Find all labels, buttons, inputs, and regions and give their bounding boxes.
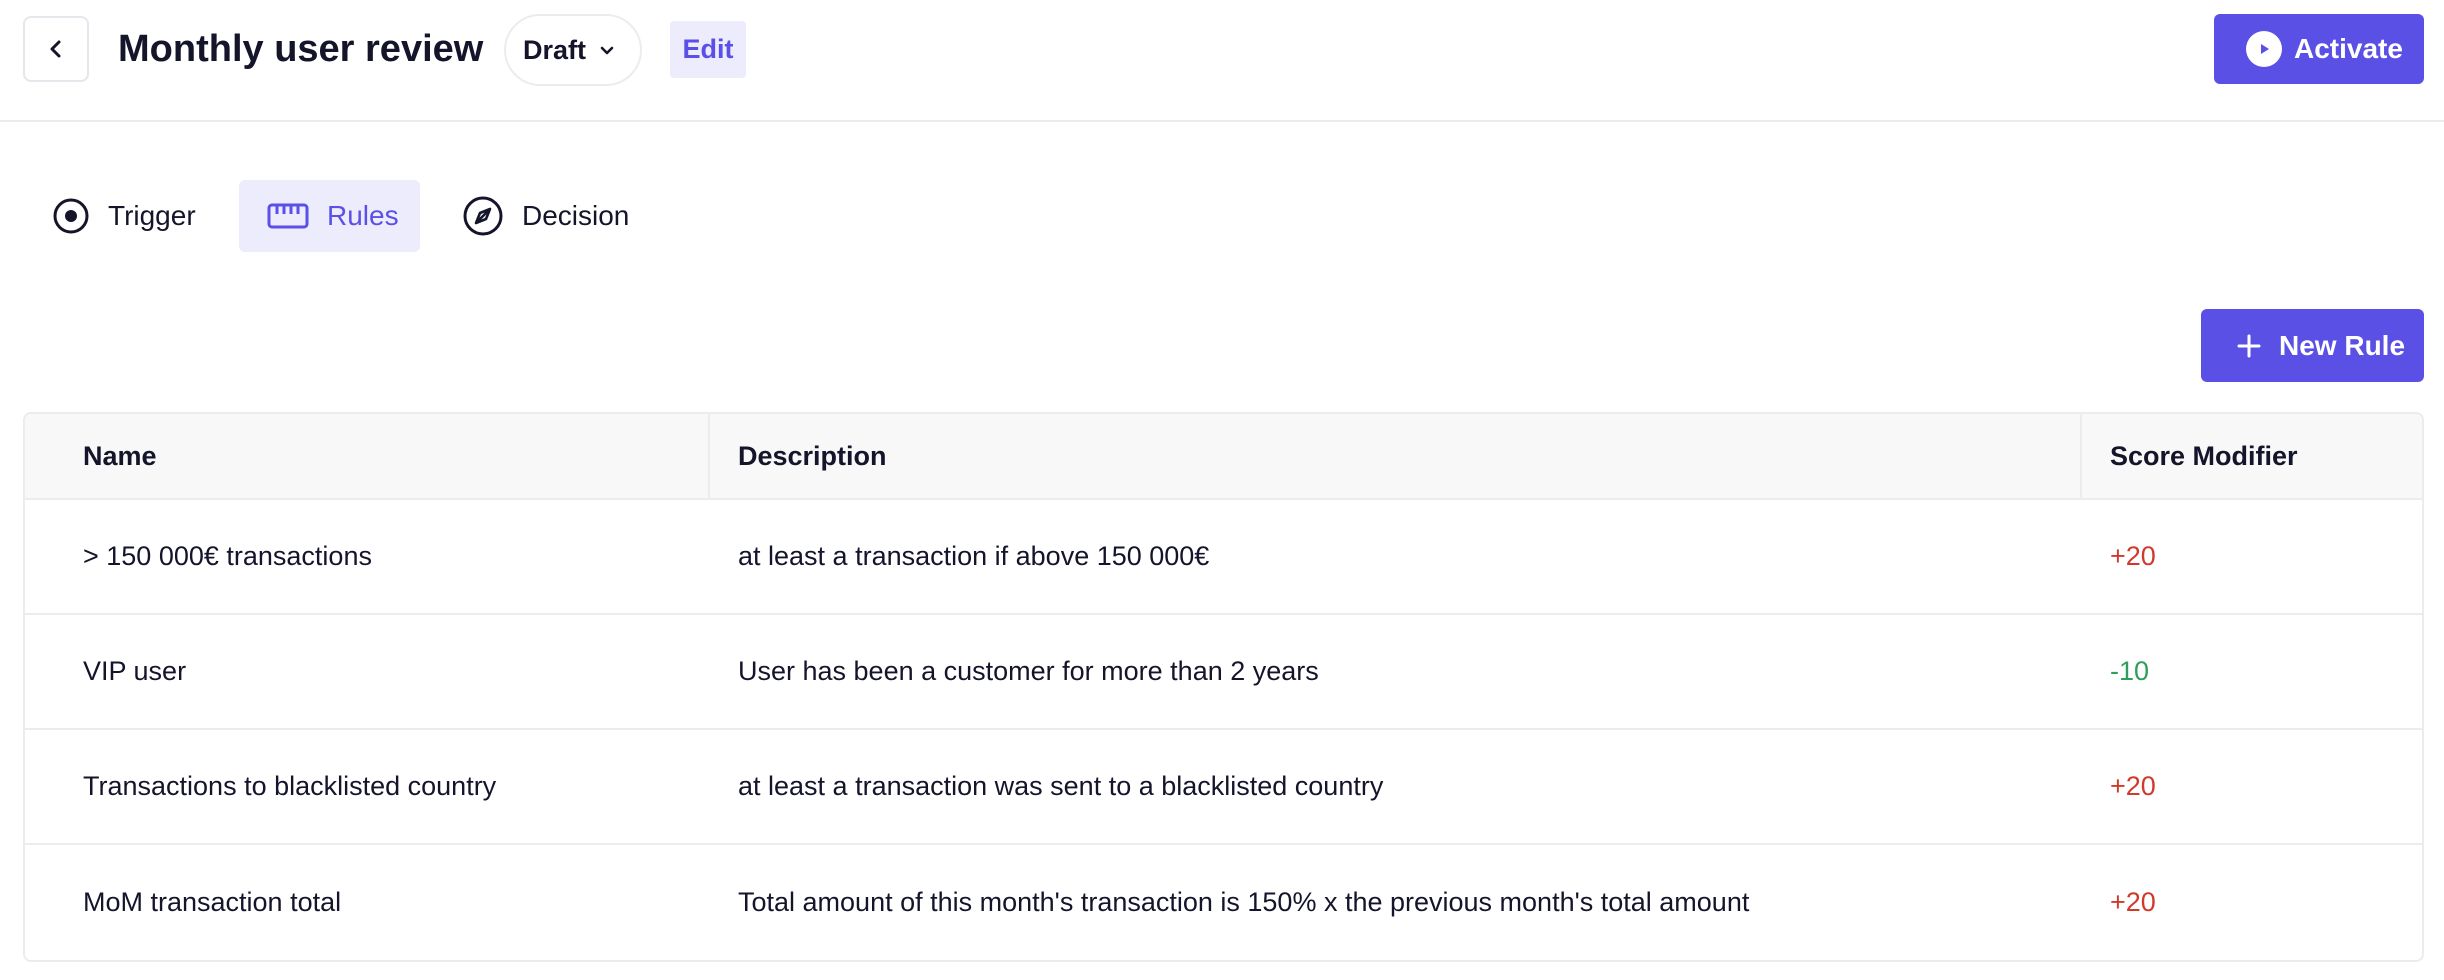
tab-decision[interactable]: Decision <box>462 180 629 252</box>
rule-name: VIP user <box>83 656 187 686</box>
column-header-description[interactable]: Description <box>710 414 2082 498</box>
rule-name: > 150 000€ transactions <box>83 541 372 571</box>
compass-icon <box>462 195 504 237</box>
rules-table: Name Description Score Modifier > 150 00… <box>23 412 2424 962</box>
rule-name: Transactions to blacklisted country <box>83 771 497 801</box>
chevron-left-icon <box>50 40 61 58</box>
top-header: Monthly user review Draft Edit Activate <box>0 0 2444 122</box>
rule-score: +20 <box>2110 771 2156 801</box>
tab-rules[interactable]: Rules <box>239 180 420 252</box>
column-header-name[interactable]: Name <box>25 414 710 498</box>
table-row[interactable]: MoM transaction total Total amount of th… <box>25 845 2422 960</box>
tab-trigger[interactable]: Trigger <box>52 180 196 252</box>
activate-button[interactable]: Activate <box>2214 14 2424 84</box>
rule-description: at least a transaction was sent to a bla… <box>738 771 1384 801</box>
plus-icon <box>2237 334 2261 357</box>
ruler-icon <box>267 201 309 231</box>
tab-label: Rules <box>327 200 399 231</box>
page-title: Monthly user review <box>118 28 484 70</box>
rule-description: User has been a customer for more than 2… <box>738 656 1319 686</box>
rule-name: MoM transaction total <box>83 887 342 917</box>
table-header: Name Description Score Modifier <box>25 414 2422 500</box>
rule-description: at least a transaction if above 150 000€ <box>738 541 1210 571</box>
rule-score: +20 <box>2110 887 2156 917</box>
table-row[interactable]: Transactions to blacklisted country at l… <box>25 730 2422 845</box>
rule-score: +20 <box>2110 541 2156 571</box>
rule-description: Total amount of this month's transaction… <box>738 887 1750 917</box>
back-button[interactable] <box>23 16 89 82</box>
new-rule-button[interactable]: New Rule <box>2201 309 2424 382</box>
target-icon <box>52 197 90 235</box>
activate-label: Activate <box>2294 33 2403 64</box>
column-header-score-modifier[interactable]: Score Modifier <box>2082 414 2422 498</box>
status-dropdown[interactable]: Draft <box>504 14 642 86</box>
status-label: Draft <box>523 34 587 65</box>
tab-label: Trigger <box>108 200 196 231</box>
table-row[interactable]: VIP user User has been a customer for mo… <box>25 615 2422 730</box>
rule-score: -10 <box>2110 656 2150 686</box>
play-icon <box>2246 31 2282 67</box>
chevron-down-icon <box>600 46 614 55</box>
table-row[interactable]: > 150 000€ transactions at least a trans… <box>25 500 2422 615</box>
edit-button[interactable]: Edit <box>670 21 746 78</box>
new-rule-label: New Rule <box>2279 329 2406 361</box>
tab-label: Decision <box>522 200 630 231</box>
